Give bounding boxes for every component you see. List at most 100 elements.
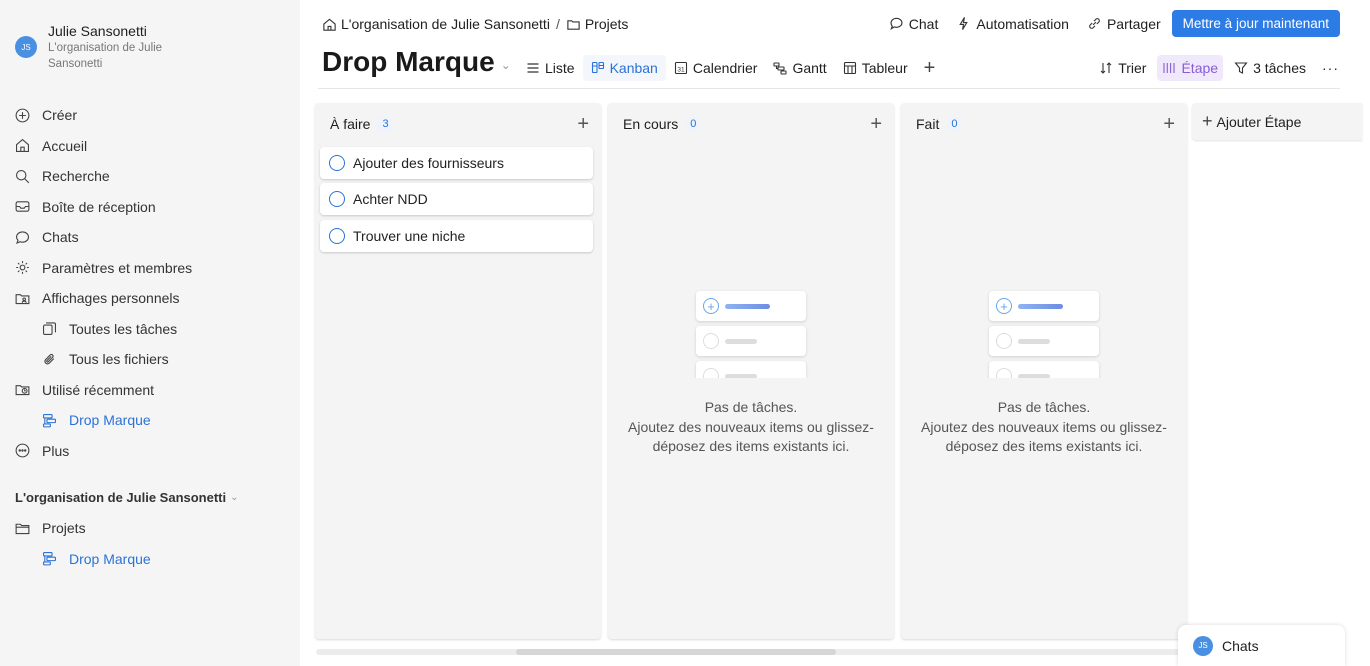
tab-table[interactable]: Tableur <box>835 55 916 81</box>
sidebar-item-label: Drop Marque <box>69 550 151 567</box>
filter-label: 3 tâches <box>1253 60 1306 76</box>
chevron-down-icon: ⌄ <box>230 492 239 503</box>
more-circle-icon <box>12 441 32 461</box>
sidebar-item-drop-marque-recent[interactable]: Drop Marque <box>12 405 192 436</box>
add-stage-button[interactable]: + Ajouter Étape <box>1192 103 1362 140</box>
sidebar-item-create[interactable]: Créer <box>12 100 192 131</box>
folder-icon <box>566 17 581 32</box>
sidebar-item-drop-marque[interactable]: Drop Marque <box>12 544 151 575</box>
sidebar-item-inbox[interactable]: Boîte de réception <box>12 192 192 223</box>
stage-label: Étape <box>1181 60 1219 76</box>
add-task-button[interactable]: + <box>1163 114 1175 134</box>
sort-icon <box>1099 61 1113 75</box>
task-checkbox[interactable] <box>329 228 345 244</box>
table-icon <box>843 61 857 75</box>
add-task-button[interactable]: + <box>577 114 589 134</box>
column-title: Fait <box>916 116 940 132</box>
home-icon[interactable] <box>322 17 337 32</box>
tab-gantt[interactable]: Gantt <box>765 55 834 81</box>
sidebar-item-projects[interactable]: Projets <box>12 513 151 544</box>
empty-state-title: Pas de tâches. <box>704 399 798 415</box>
sidebar-item-search[interactable]: Recherche <box>12 161 192 192</box>
paperclip-icon <box>39 349 59 369</box>
sort-button[interactable]: Trier <box>1094 55 1151 81</box>
plus-circle-icon <box>12 105 32 125</box>
user-org: L'organisation de Julie Sansonetti <box>48 42 163 70</box>
sidebar-item-label: Accueil <box>42 137 88 154</box>
sidebar-item-label: Affichages personnels <box>42 290 180 307</box>
add-view-button[interactable]: + <box>916 57 944 80</box>
sidebar-item-label: Plus <box>42 442 70 459</box>
column-header: À faire 3 + <box>330 114 589 134</box>
org-section-title[interactable]: L'organisation de Julie Sansonetti ⌄ <box>15 490 239 505</box>
tab-calendar[interactable]: 31 Calendrier <box>666 55 766 81</box>
sidebar-item-label: Projets <box>42 520 86 537</box>
header-divider <box>318 88 1340 89</box>
page-title[interactable]: Drop Marque ⌄ <box>322 46 511 78</box>
user-name: Julie Sansonetti <box>48 23 147 39</box>
task-checkbox[interactable] <box>329 191 345 207</box>
tab-kanban[interactable]: Kanban <box>582 55 666 81</box>
breadcrumb-projects[interactable]: Projets <box>585 16 629 32</box>
column-header: Fait 0 + <box>916 114 1175 134</box>
tab-label: Tableur <box>861 60 908 76</box>
sidebar-item-recent[interactable]: Utilisé récemment <box>12 375 192 406</box>
user-profile[interactable]: JS Julie Sansonetti L'organisation de Ju… <box>15 22 188 72</box>
chat-label: Chat <box>908 15 939 32</box>
stage-button[interactable]: Étape <box>1157 55 1224 81</box>
org-title-label: L'organisation de Julie Sansonetti <box>15 490 227 505</box>
horizontal-scrollbar[interactable] <box>316 649 1186 655</box>
scrollbar-thumb[interactable] <box>516 649 836 655</box>
automation-button[interactable]: Automatisation <box>956 16 1069 32</box>
breadcrumb-org[interactable]: L'organisation de Julie Sansonetti <box>341 16 550 32</box>
filter-icon <box>1234 61 1248 75</box>
page-title-text: Drop Marque <box>322 46 495 77</box>
sidebar-nav: Créer Accueil Recherche Boîte de récepti… <box>12 100 192 466</box>
filter-button[interactable]: 3 tâches <box>1229 55 1311 81</box>
task-title: Ajouter des fournisseurs <box>353 155 504 171</box>
sidebar-item-all-tasks[interactable]: Toutes les tâches <box>12 314 192 345</box>
column-count-badge: 3 <box>378 117 393 131</box>
sidebar-item-personal-views[interactable]: Affichages personnels <box>12 283 192 314</box>
sidebar-item-settings[interactable]: Paramètres et membres <box>12 253 192 284</box>
sort-label: Trier <box>1118 60 1147 76</box>
inbox-icon <box>12 197 32 217</box>
sidebar-item-label: Boîte de réception <box>42 198 156 215</box>
sidebar-item-chats[interactable]: Chats <box>12 222 192 253</box>
task-card[interactable]: Ajouter des fournisseurs <box>320 147 593 179</box>
empty-state-title: Pas de tâches. <box>997 399 1091 415</box>
sidebar-item-label: Toutes les tâches <box>69 320 178 337</box>
chat-icon <box>889 16 904 31</box>
view-actions: Trier Étape 3 tâches ··· <box>1088 55 1344 81</box>
upgrade-button[interactable]: Mettre à jour maintenant <box>1171 10 1340 37</box>
sidebar-item-home[interactable]: Accueil <box>12 131 192 162</box>
more-options-button[interactable]: ··· <box>1317 55 1344 81</box>
add-task-button[interactable]: + <box>870 114 882 134</box>
column-title: En cours <box>623 116 679 132</box>
search-icon <box>12 166 32 186</box>
sidebar-item-label: Chats <box>42 229 79 246</box>
org-nav: Projets Drop Marque <box>12 513 151 574</box>
share-button[interactable]: Partager <box>1087 16 1161 32</box>
sidebar-item-all-files[interactable]: Tous les fichiers <box>12 344 192 375</box>
sidebar-item-more[interactable]: Plus <box>12 436 192 467</box>
project-icon <box>39 549 59 569</box>
task-card[interactable]: Achter NDD <box>320 183 593 215</box>
task-checkbox[interactable] <box>329 155 345 171</box>
tab-label: Kanban <box>609 60 658 76</box>
empty-state-hint: Ajoutez des nouveaux items ou glissez-dé… <box>628 418 874 455</box>
folder-icon <box>12 518 32 538</box>
task-title: Trouver une niche <box>353 228 466 244</box>
chat-button[interactable]: Chat <box>889 15 939 32</box>
tab-list[interactable]: Liste <box>518 55 583 81</box>
calendar-icon: 31 <box>674 61 688 75</box>
tab-label: Calendrier <box>692 60 758 76</box>
list-icon <box>526 61 540 75</box>
tab-label: Gantt <box>792 60 827 76</box>
chats-widget[interactable]: JS Chats <box>1178 625 1345 666</box>
top-actions: Chat Automatisation Partager Mettre à jo… <box>871 10 1340 37</box>
sidebar-item-label: Utilisé récemment <box>42 381 155 398</box>
chevron-down-icon: ⌄ <box>500 58 511 72</box>
task-card[interactable]: Trouver une niche <box>320 220 593 252</box>
breadcrumb-separator: / <box>555 16 560 32</box>
